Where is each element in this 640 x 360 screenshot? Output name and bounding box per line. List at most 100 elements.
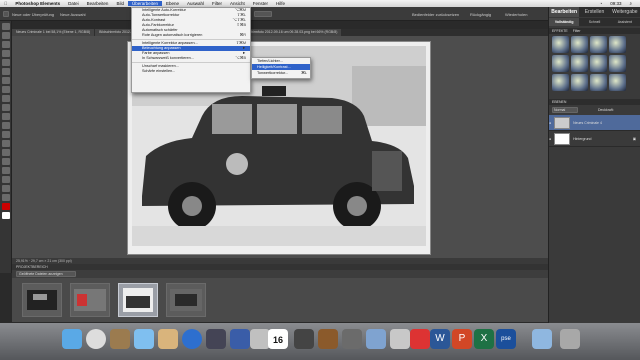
tab-document-4[interactable]: Bildschirmfoto 2012-09-16 um 09.28.03.pn… bbox=[237, 29, 342, 36]
effect-thumbnail[interactable] bbox=[609, 55, 626, 72]
effect-thumbnail[interactable] bbox=[609, 74, 626, 91]
healing-tool-icon[interactable] bbox=[1, 104, 10, 111]
preview-icon[interactable] bbox=[366, 329, 386, 349]
menu-fenster[interactable]: Fenster bbox=[249, 1, 272, 6]
menu-bild[interactable]: Bild bbox=[112, 1, 128, 6]
eraser-tool-icon[interactable] bbox=[1, 122, 10, 129]
menu-hilfe[interactable]: Hilfe bbox=[272, 1, 289, 6]
tab-bearbeiten[interactable]: Bearbeiten bbox=[549, 7, 580, 17]
contacts-icon[interactable] bbox=[110, 329, 130, 349]
camera-icon[interactable] bbox=[206, 329, 226, 349]
effect-thumbnail[interactable] bbox=[590, 74, 607, 91]
paint-bucket-tool-icon[interactable] bbox=[1, 140, 10, 147]
stamp-icon[interactable] bbox=[158, 329, 178, 349]
gradient-tool-icon[interactable] bbox=[1, 149, 10, 156]
app-name[interactable]: Photoshop Elements bbox=[11, 1, 64, 6]
tool-preset-icon[interactable] bbox=[3, 11, 9, 17]
redo-button[interactable]: Wiederholen bbox=[505, 12, 527, 17]
effect-thumbnail[interactable] bbox=[552, 55, 569, 72]
layer-row[interactable]: ● Hintergrund ▣ bbox=[549, 131, 640, 147]
effect-thumbnail[interactable] bbox=[590, 55, 607, 72]
apple-icon[interactable]:  bbox=[0, 1, 11, 6]
marquee-tool-icon[interactable] bbox=[1, 59, 10, 66]
preferences-icon[interactable] bbox=[250, 329, 270, 349]
blend-mode-dropdown[interactable]: Normal bbox=[552, 107, 578, 113]
magic-wand-tool-icon[interactable] bbox=[1, 77, 10, 84]
search-icon[interactable]: ⌕ bbox=[625, 1, 636, 6]
menu-datei[interactable]: Datei bbox=[64, 1, 83, 6]
lasso-tool-icon[interactable] bbox=[1, 68, 10, 75]
mode-full[interactable]: Vollständig bbox=[549, 18, 580, 26]
menu-item-adjust-sharpness[interactable]: Schärfe einstellen... bbox=[132, 69, 250, 74]
eyedropper-tool-icon[interactable] bbox=[1, 50, 10, 57]
mode-quick[interactable]: Schnell bbox=[579, 18, 610, 26]
background-color-swatch[interactable] bbox=[1, 212, 10, 219]
menu-filter[interactable]: Filter bbox=[208, 1, 226, 6]
menu-ansicht[interactable]: Ansicht bbox=[226, 1, 249, 6]
guitar-icon[interactable] bbox=[318, 329, 338, 349]
downloads-icon[interactable] bbox=[532, 329, 552, 349]
effects-filter-label[interactable]: Filter bbox=[573, 29, 581, 33]
undo-button[interactable]: Rückgängig bbox=[470, 12, 491, 17]
calendar-icon[interactable]: 16 bbox=[268, 329, 288, 349]
quick-select-tool-icon[interactable] bbox=[1, 86, 10, 93]
tab-erstellen[interactable]: Erstellen bbox=[579, 7, 610, 17]
move-tool-icon[interactable] bbox=[1, 23, 10, 30]
photos-icon[interactable] bbox=[294, 329, 314, 349]
menu-bearbeiten[interactable]: Bearbeiten bbox=[83, 1, 113, 6]
blur-tool-icon[interactable] bbox=[1, 194, 10, 201]
layer-row[interactable]: ● Neues Criminale 4 bbox=[549, 115, 640, 131]
excel-icon[interactable]: X bbox=[474, 329, 494, 349]
crop-tool-icon[interactable] bbox=[1, 176, 10, 183]
clone-stamp-tool-icon[interactable] bbox=[1, 113, 10, 120]
tab-document-1[interactable]: Neues Criminale 1 bei 58,1% (Ebene 1, RG… bbox=[12, 29, 95, 36]
sponge-tool-icon[interactable] bbox=[1, 185, 10, 192]
brush-tool-icon[interactable] bbox=[1, 131, 10, 138]
shape-tool-icon[interactable] bbox=[1, 158, 10, 165]
cloud-icon[interactable] bbox=[134, 329, 154, 349]
photoshop-elements-icon[interactable]: pse bbox=[496, 329, 516, 349]
xcode-icon[interactable] bbox=[230, 329, 250, 349]
word-icon[interactable]: W bbox=[430, 329, 450, 349]
pdf-icon[interactable] bbox=[410, 329, 430, 349]
folder-icon[interactable] bbox=[342, 329, 362, 349]
effect-thumbnail[interactable] bbox=[552, 36, 569, 53]
bin-thumbnail[interactable] bbox=[118, 283, 158, 317]
appstore-icon[interactable] bbox=[182, 329, 202, 349]
menu-ebene[interactable]: Ebene bbox=[162, 1, 183, 6]
menu-item-red-eye[interactable]: Rote Augen automatisch korrigieren ⌘R bbox=[132, 33, 250, 38]
wifi-icon[interactable]: ◔ bbox=[595, 1, 606, 6]
clock-icon[interactable] bbox=[86, 329, 106, 349]
foreground-color-swatch[interactable] bbox=[1, 203, 10, 210]
visibility-eye-icon[interactable]: ● bbox=[549, 121, 551, 125]
bin-thumbnail[interactable] bbox=[70, 283, 110, 317]
red-eye-tool-icon[interactable] bbox=[1, 95, 10, 102]
type-tool-icon[interactable] bbox=[1, 167, 10, 174]
menu-ueberarbeiten[interactable]: Überarbeiten bbox=[127, 1, 162, 6]
effect-thumbnail[interactable] bbox=[590, 36, 607, 53]
font-dropdown[interactable] bbox=[254, 11, 272, 17]
effect-thumbnail[interactable] bbox=[609, 36, 626, 53]
visibility-eye-icon[interactable]: ● bbox=[549, 137, 551, 141]
tab-weitergabe[interactable]: Weitergabe bbox=[609, 7, 640, 17]
finder-icon[interactable] bbox=[62, 329, 82, 349]
bin-thumbnail[interactable] bbox=[166, 283, 206, 317]
acrobat-icon[interactable] bbox=[390, 329, 410, 349]
effect-thumbnail[interactable] bbox=[571, 74, 588, 91]
mode-guided[interactable]: Assistent bbox=[609, 18, 640, 26]
effect-thumbnail[interactable] bbox=[571, 36, 588, 53]
menu-auswahl[interactable]: Auswahl bbox=[183, 1, 208, 6]
submenu-levels[interactable]: Tonwertkorrektur... ⌘L bbox=[252, 70, 310, 76]
effect-thumbnail[interactable] bbox=[552, 74, 569, 91]
lock-icon: ▣ bbox=[632, 136, 636, 141]
trash-icon[interactable] bbox=[560, 329, 580, 349]
bin-thumbnail[interactable] bbox=[22, 283, 62, 317]
hand-tool-icon[interactable] bbox=[1, 41, 10, 48]
menu-item-convert-bw[interactable]: In Schwarzweiß konvertieren... ⌥⌘B bbox=[132, 56, 250, 61]
zoom-tool-icon[interactable] bbox=[1, 32, 10, 39]
bin-show-dropdown[interactable]: Geöffnete Dateien anzeigen bbox=[16, 271, 76, 277]
powerpoint-icon[interactable]: P bbox=[452, 329, 472, 349]
effect-thumbnail[interactable] bbox=[571, 55, 588, 72]
reset-panels-label[interactable]: Bedienfelder zurücksetzen bbox=[412, 12, 459, 17]
clock[interactable]: 09:33 bbox=[606, 1, 625, 6]
